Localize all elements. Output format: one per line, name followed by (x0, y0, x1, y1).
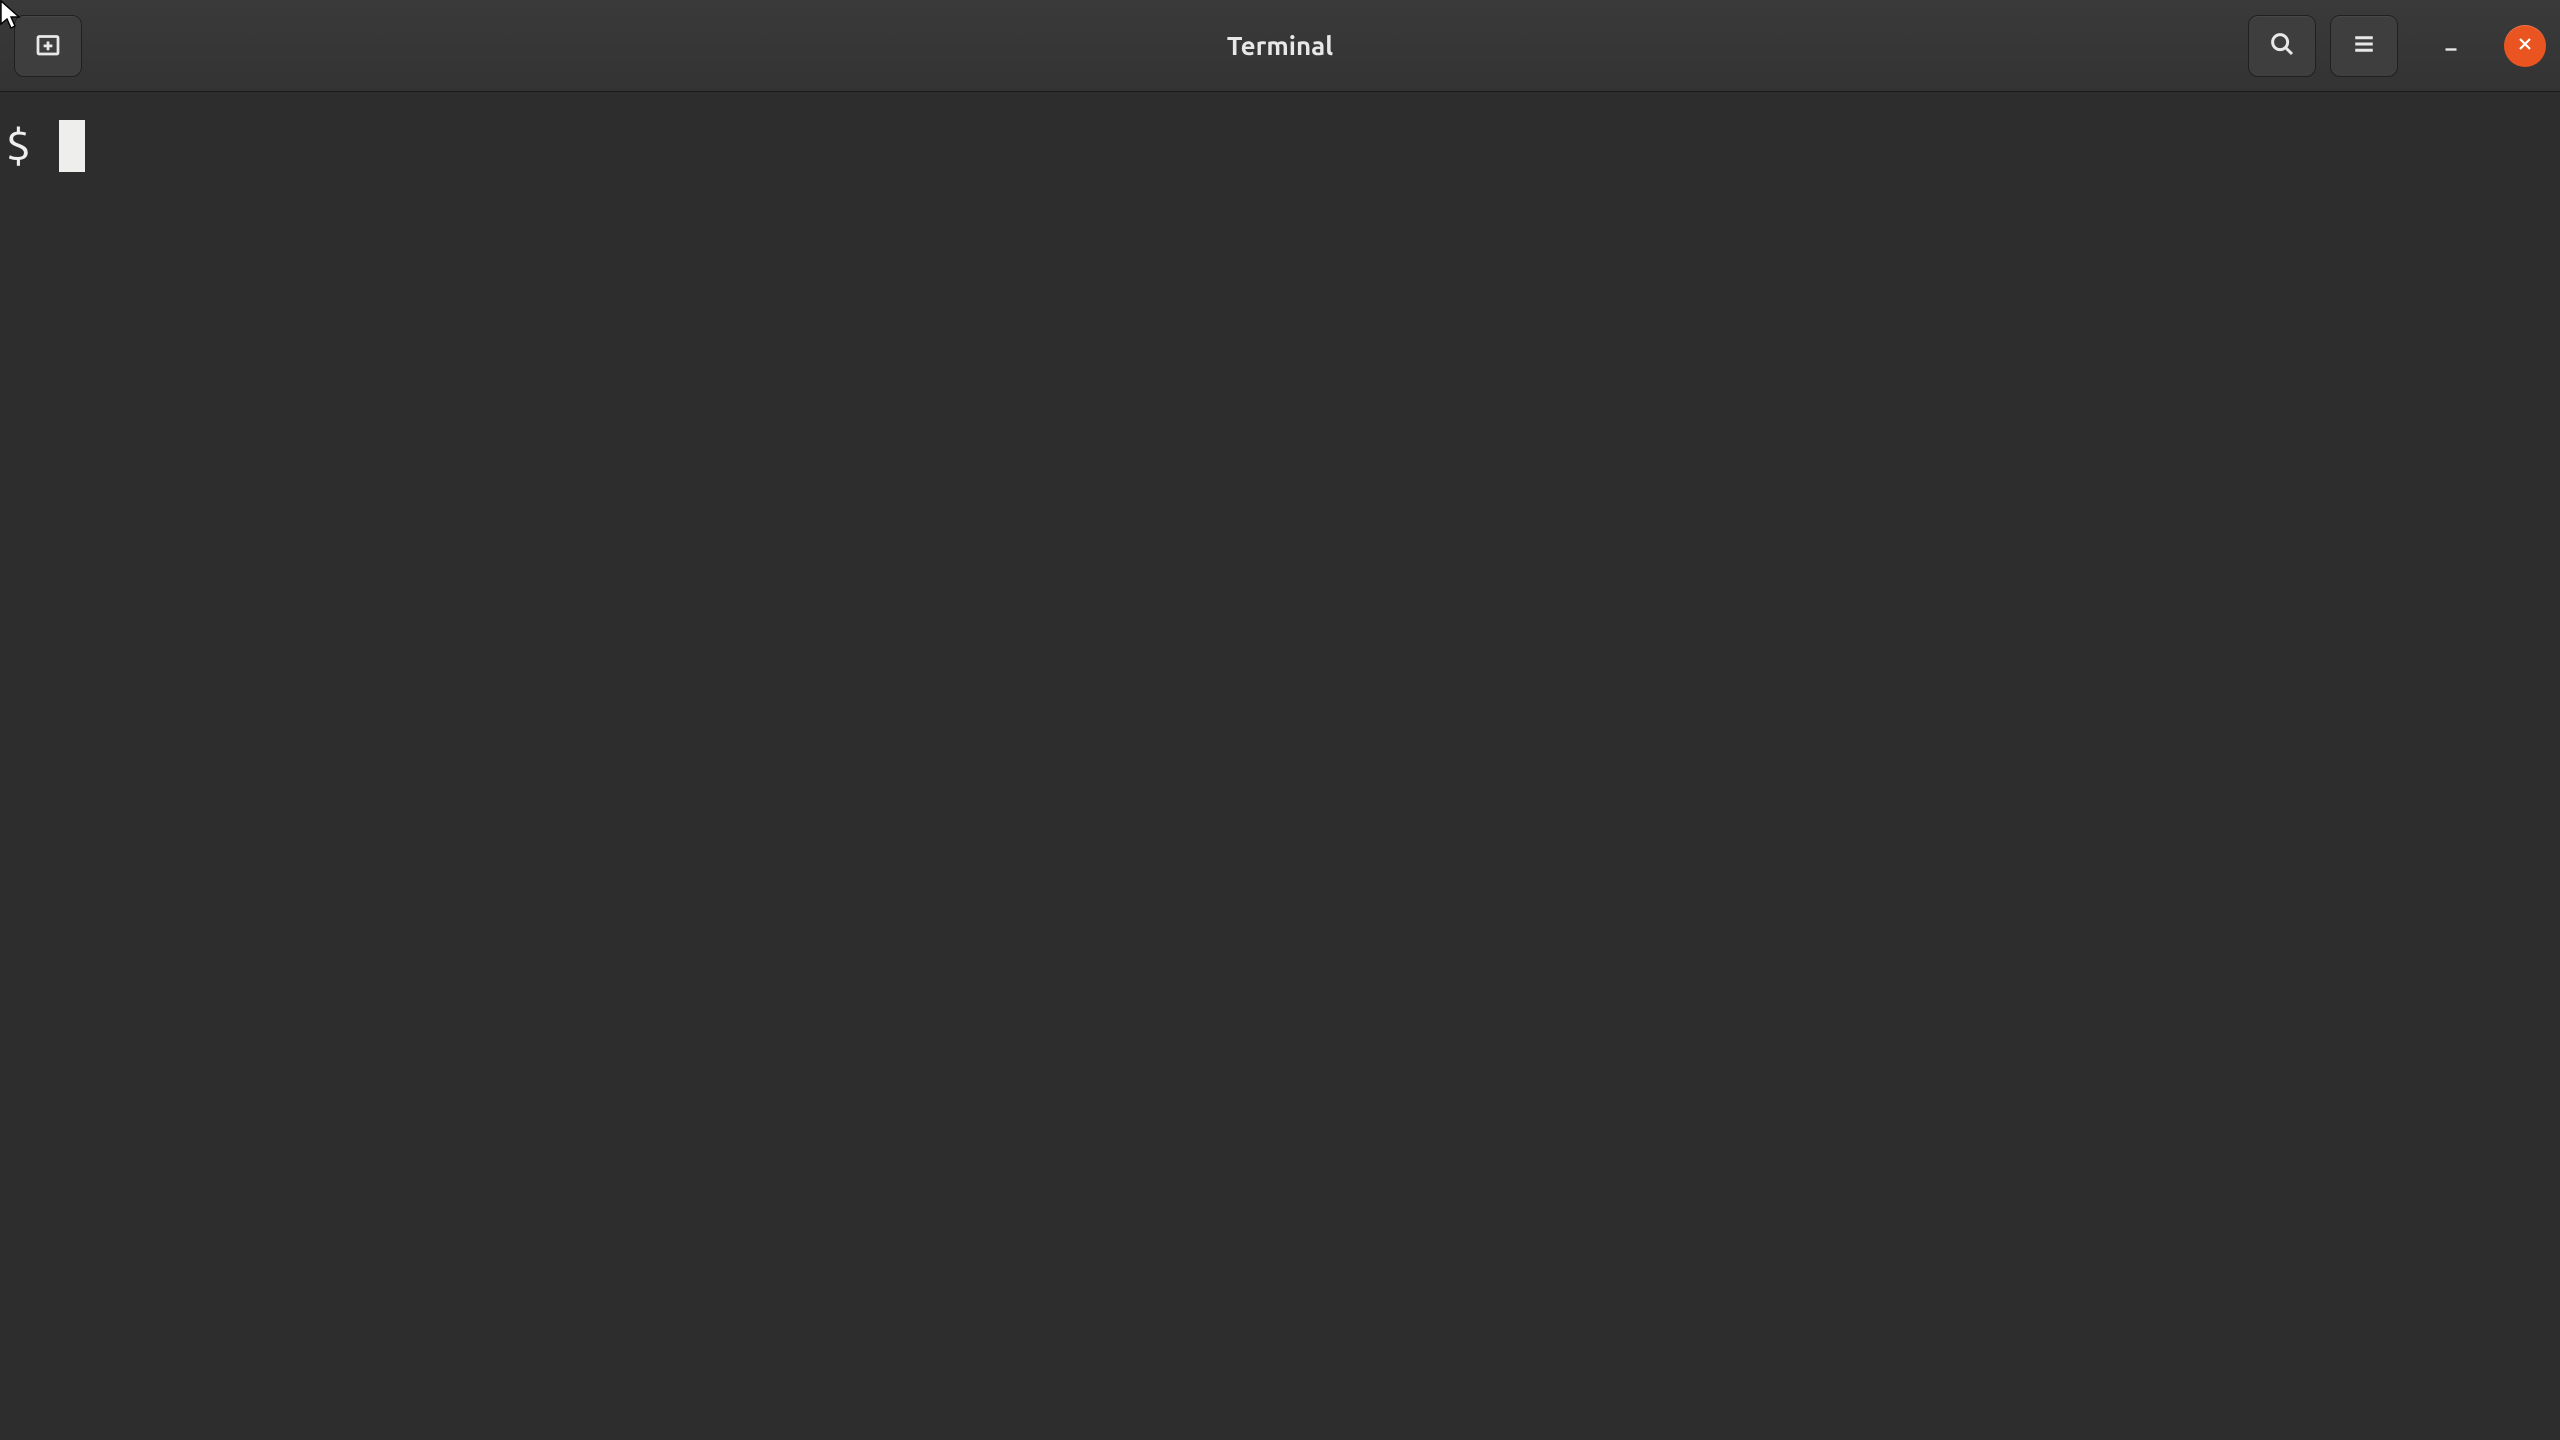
search-icon (2267, 29, 2297, 63)
prompt-line: $ (6, 120, 2532, 173)
close-button[interactable] (2504, 25, 2546, 67)
terminal-viewport[interactable]: $ (0, 92, 2538, 1440)
close-icon (2515, 34, 2535, 58)
hamburger-icon (2349, 29, 2379, 63)
titlebar-left-group (14, 15, 82, 77)
search-button[interactable] (2248, 15, 2316, 77)
shell-prompt: $ (6, 120, 55, 173)
titlebar-right-group (2248, 15, 2546, 77)
window-title: Terminal (1227, 31, 1333, 60)
window-titlebar: Terminal (0, 0, 2560, 92)
new-tab-button[interactable] (14, 15, 82, 77)
text-cursor (59, 120, 85, 172)
minimize-icon (2440, 33, 2462, 59)
scrollbar-track[interactable] (2538, 92, 2560, 1440)
hamburger-menu-button[interactable] (2330, 15, 2398, 77)
new-tab-icon (33, 29, 63, 63)
minimize-button[interactable] (2430, 25, 2472, 67)
